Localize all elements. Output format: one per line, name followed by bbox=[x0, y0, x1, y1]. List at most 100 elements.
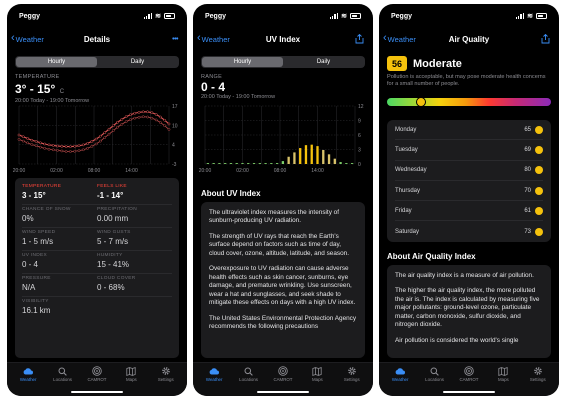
data-point bbox=[86, 146, 89, 150]
metric-header: RANGE 0 - 4 20:00 Today - 19:00 Tomorrow bbox=[201, 74, 275, 100]
data-point bbox=[34, 140, 38, 143]
x-tick-label: 14:00 bbox=[311, 168, 324, 174]
forecast-row[interactable]: Saturday 73 bbox=[395, 221, 543, 241]
data-point bbox=[21, 135, 25, 139]
uv-bar bbox=[224, 163, 227, 164]
tab-settings[interactable]: Settings bbox=[521, 363, 555, 396]
uv-bar bbox=[264, 163, 267, 164]
back-label: Weather bbox=[201, 34, 230, 44]
weather-cloud-icon bbox=[23, 366, 34, 376]
data-point bbox=[124, 115, 128, 119]
data-point bbox=[69, 150, 72, 153]
data-point bbox=[141, 115, 145, 119]
y-tick-label: 10 bbox=[172, 123, 178, 129]
metric-header: TEMPERATURE 3° - 15° C 20:00 Today - 19:… bbox=[15, 74, 89, 104]
detail-value: 0 - 4 bbox=[22, 259, 39, 269]
back-button[interactable]: ‹ Weather bbox=[11, 28, 44, 50]
uv-bar bbox=[270, 163, 273, 164]
forecast-reading: 80 bbox=[524, 166, 543, 175]
detail-label: WIND SPEED bbox=[22, 230, 56, 235]
detail-value: 16.1 km bbox=[22, 305, 51, 315]
data-point bbox=[39, 141, 42, 145]
tab-settings[interactable]: Settings bbox=[335, 363, 369, 396]
y-tick-label: -3 bbox=[172, 162, 177, 168]
segment-daily[interactable]: Daily bbox=[283, 57, 364, 67]
tab-settings[interactable]: Settings bbox=[149, 363, 183, 396]
back-button[interactable]: ‹ Weather bbox=[383, 28, 416, 50]
segment-daily[interactable]: Daily bbox=[97, 57, 178, 67]
navigation-bar: ‹ Weather UV Index bbox=[193, 28, 373, 50]
signal-icon bbox=[515, 13, 525, 19]
tab-label: Locations bbox=[53, 377, 72, 382]
forecast-row[interactable]: Tuesday 69 bbox=[395, 140, 543, 161]
page-title: UV Index bbox=[265, 34, 301, 44]
tab-label: Maps bbox=[125, 377, 137, 382]
uv-bar bbox=[206, 163, 210, 164]
data-point bbox=[64, 145, 68, 148]
forecast-row[interactable]: Monday 65 bbox=[395, 120, 543, 141]
data-point bbox=[39, 145, 42, 149]
tab-label: Settings bbox=[529, 377, 546, 382]
signal-icon bbox=[329, 13, 339, 19]
data-point bbox=[159, 121, 162, 124]
data-point bbox=[107, 127, 111, 131]
uv-bar bbox=[258, 163, 261, 164]
signal-icon bbox=[143, 13, 153, 19]
data-point bbox=[99, 134, 102, 138]
data-point bbox=[99, 139, 102, 143]
back-button[interactable]: ‹ Weather bbox=[197, 28, 230, 50]
uv-bar bbox=[241, 163, 244, 164]
detail-value: 0 - 68% bbox=[97, 282, 125, 292]
data-point bbox=[56, 144, 59, 148]
forecast-reading: 73 bbox=[524, 227, 543, 236]
tab-weather[interactable]: Weather bbox=[11, 363, 45, 396]
wifi-icon: ≋ bbox=[341, 12, 347, 20]
metric-value: 3° - 15° bbox=[15, 82, 56, 96]
segment-hourly[interactable]: Hourly bbox=[202, 57, 283, 67]
data-point bbox=[26, 137, 29, 140]
share-button[interactable] bbox=[541, 28, 550, 50]
data-point bbox=[30, 143, 34, 146]
segment-hourly[interactable]: Hourly bbox=[16, 57, 97, 67]
detail-humidity: HUMIDITY 15 - 41% bbox=[97, 251, 172, 273]
detail-label: CHANCE OF SNOW bbox=[22, 207, 71, 212]
details-screen: Peggy ≋ ‹ Weather Details ••• Hourly Dai… bbox=[7, 4, 187, 396]
data-point bbox=[129, 118, 132, 121]
detail-label: HUMIDITY bbox=[97, 253, 123, 258]
uv-bar bbox=[350, 163, 354, 164]
battery-icon bbox=[350, 13, 361, 19]
tab-label: Locations bbox=[425, 377, 444, 382]
tab-weather[interactable]: Weather bbox=[197, 363, 231, 396]
radar-target-icon bbox=[92, 366, 102, 376]
metric-value: 0 - 4 bbox=[201, 80, 226, 94]
forecast-row[interactable]: Friday 61 bbox=[395, 201, 543, 222]
data-point bbox=[51, 144, 55, 147]
forecast-row[interactable]: Thursday 70 bbox=[395, 181, 543, 202]
temperature-chart[interactable]: 17 10 4 -3 20:00 02:00 08:00 14:00 bbox=[7, 104, 187, 176]
forecast-row[interactable]: Wednesday 80 bbox=[395, 161, 543, 181]
uv-index-chart[interactable]: 12 9 6 3 0 20:00 02:00 08:00 14:00 bbox=[193, 104, 373, 176]
share-button[interactable] bbox=[355, 28, 364, 50]
data-point bbox=[103, 131, 107, 135]
y-tick-label: 6 bbox=[358, 133, 361, 139]
data-point bbox=[81, 143, 85, 147]
about-card: The air quality index is a measure of ai… bbox=[387, 265, 551, 358]
chevron-left-icon: ‹ bbox=[11, 32, 15, 44]
aqi-dot-icon bbox=[535, 186, 543, 195]
more-button[interactable]: ••• bbox=[172, 28, 178, 50]
about-paragraph: The ultraviolet index measures the inten… bbox=[209, 209, 340, 225]
gear-icon bbox=[161, 366, 171, 376]
tab-weather[interactable]: Weather bbox=[383, 363, 417, 396]
about-paragraph: The air quality index is a measure of ai… bbox=[395, 272, 534, 279]
carrier-label: Peggy bbox=[391, 12, 413, 20]
detail-precipitation: PRECIPITATION 0.00 mm bbox=[97, 205, 172, 227]
aqi-dot-icon bbox=[535, 145, 543, 154]
detail-value: N/A bbox=[22, 282, 36, 292]
data-point bbox=[47, 147, 51, 151]
data-point bbox=[34, 144, 38, 148]
detail-cloud-cover: CLOUD COVER 0 - 68% bbox=[97, 274, 172, 296]
data-point bbox=[163, 124, 167, 128]
detail-label: UV INDEX bbox=[22, 253, 48, 258]
navigation-bar: ‹ Weather Air Quality bbox=[379, 28, 559, 50]
forecast-value: 61 bbox=[524, 207, 531, 214]
